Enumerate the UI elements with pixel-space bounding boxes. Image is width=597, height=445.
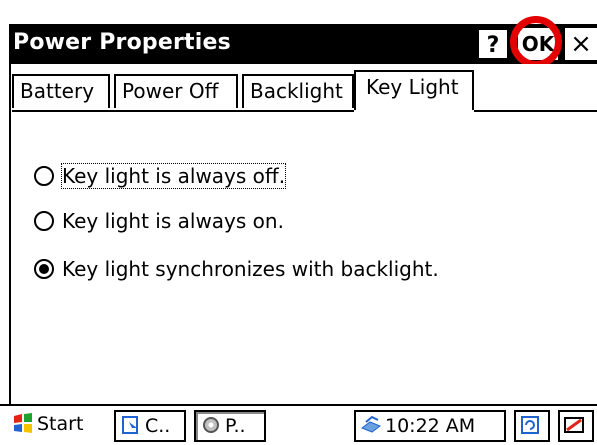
tab-label: Backlight <box>250 79 343 103</box>
start-button[interactable]: Start <box>8 410 104 442</box>
clock-text: 10:22 AM <box>385 415 476 437</box>
settings-icon <box>203 416 219 433</box>
task-label: P.. <box>225 415 246 437</box>
option-label: Key light is always off. <box>60 163 287 189</box>
tab-battery[interactable]: Battery <box>12 74 110 108</box>
tray-button-1[interactable] <box>514 410 550 442</box>
taskbar-item-p[interactable]: P.. <box>194 410 266 442</box>
option-label: Key light synchronizes with backlight. <box>62 257 439 281</box>
radio-button[interactable] <box>34 210 54 231</box>
taskbar: Start C.. P.. 10:22 AM <box>0 404 597 445</box>
radio-always-on[interactable]: Key light is always on. <box>34 207 284 235</box>
tab-backlight[interactable]: Backlight <box>242 74 354 108</box>
radio-always-off[interactable]: Key light is always off. <box>34 162 287 190</box>
radio-button[interactable] <box>34 165 54 186</box>
network-icon <box>360 415 382 433</box>
radio-sync-backlight[interactable]: Key light synchronizes with backlight. <box>34 255 439 283</box>
tab-power-off[interactable]: Power Off <box>114 74 238 108</box>
close-button[interactable]: × <box>565 28 597 60</box>
start-label: Start <box>37 413 84 435</box>
radio-button-checked[interactable] <box>34 258 54 279</box>
tab-label: Key Light <box>366 75 459 99</box>
window-title: Power Properties <box>13 30 231 55</box>
title-bar: Power Properties ? OK × <box>9 24 597 64</box>
windows-flag-icon <box>14 412 32 433</box>
desktop-icon <box>564 416 584 433</box>
tray-button-2[interactable] <box>558 410 594 442</box>
help-button[interactable]: ? <box>477 28 509 60</box>
option-label: Key light is always on. <box>62 209 284 233</box>
window-frame: Power Properties ? OK × Battery Power Of… <box>0 0 597 445</box>
sync-icon <box>521 415 539 434</box>
taskbar-item-c[interactable]: C.. <box>114 410 186 442</box>
tab-label: Power Off <box>122 79 219 103</box>
tab-divider <box>12 110 597 112</box>
tab-label: Battery <box>20 79 95 103</box>
task-label: C.. <box>145 415 171 437</box>
tab-key-light[interactable]: Key Light <box>354 70 474 112</box>
ok-highlight-ring <box>510 16 562 68</box>
app-icon <box>122 415 138 434</box>
system-tray-clock[interactable]: 10:22 AM <box>354 410 506 442</box>
